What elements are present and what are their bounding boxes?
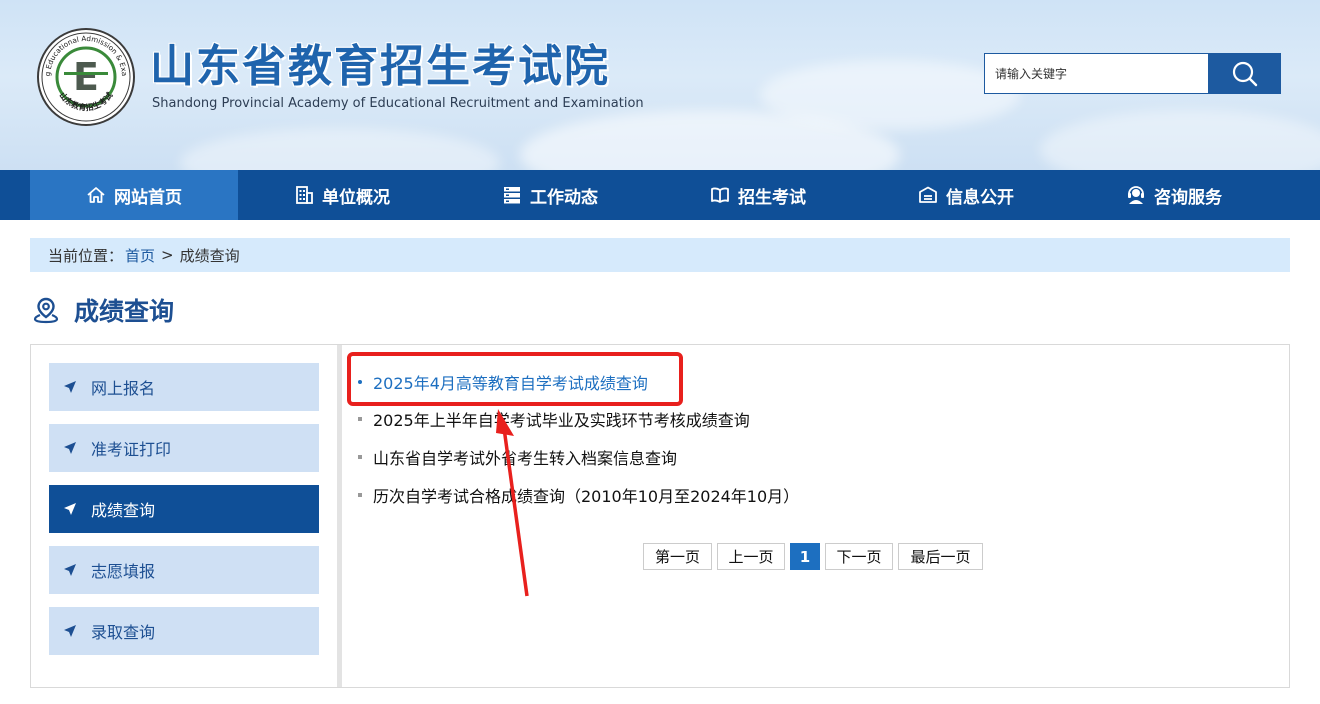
site-subtitle: Shandong Provincial Academy of Education…	[152, 96, 644, 111]
breadcrumb-prefix: 当前位置：	[48, 246, 124, 265]
nav-item-home[interactable]: 网站首页	[30, 170, 238, 220]
nav-item-about[interactable]: 单位概况	[238, 170, 446, 220]
header-cloud	[760, 60, 1020, 130]
header-cloud	[180, 128, 500, 170]
info-box-icon	[919, 186, 937, 203]
nav-item-label: 信息公开	[946, 187, 1014, 208]
nav-item-service[interactable]: 咨询服务	[1070, 170, 1278, 220]
list-item-label: 2025年上半年自学考试毕业及实践环节考核成绩查询	[373, 411, 750, 430]
location-pin-icon	[33, 297, 59, 324]
breadcrumb-current: 成绩查询	[179, 246, 240, 265]
list-item-link[interactable]: 2025年上半年自学考试毕业及实践环节考核成绩查询	[358, 406, 750, 432]
list-item-label: 历次自学考试合格成绩查询（2010年10月至2024年10月）	[373, 487, 800, 506]
building-icon	[296, 186, 313, 204]
breadcrumb-home-link[interactable]: 首页	[125, 245, 155, 266]
list-item-link[interactable]: 历次自学考试合格成绩查询（2010年10月至2024年10月）	[358, 482, 799, 508]
search-button[interactable]	[1208, 53, 1281, 94]
pagination-last[interactable]: 最后一页	[898, 543, 983, 570]
headset-icon	[1128, 186, 1144, 204]
send-arrow-icon	[64, 503, 76, 515]
list-item-label: 山东省自学考试外省考生转入档案信息查询	[373, 449, 678, 468]
sidebar-item-label: 成绩查询	[91, 501, 156, 520]
bullet	[358, 417, 362, 421]
send-arrow-icon	[64, 564, 76, 576]
sidebar-item-score-query[interactable]: 成绩查询	[49, 485, 319, 533]
server-icon	[504, 187, 520, 204]
breadcrumb-separator: >	[161, 246, 174, 264]
sidebar-item-label: 录取查询	[91, 623, 156, 642]
sidebar-item-admission-ticket[interactable]: 准考证打印	[49, 424, 319, 472]
logo-emblem-icon[interactable]: Shandong Educational Admission & Examina…	[36, 27, 136, 127]
nav-item-label: 咨询服务	[1154, 187, 1222, 208]
list-item-link[interactable]: 山东省自学考试外省考生转入档案信息查询	[358, 444, 677, 470]
page-title: 成绩查询	[74, 297, 175, 326]
header-cloud	[1040, 110, 1320, 170]
home-icon	[87, 187, 105, 203]
pagination-first[interactable]: 第一页	[643, 543, 712, 570]
highlight-box	[347, 352, 683, 406]
send-arrow-icon	[64, 442, 76, 454]
pagination-prev[interactable]: 上一页	[717, 543, 785, 570]
send-arrow-icon	[64, 625, 76, 637]
sidebar-item-admission-query[interactable]: 录取查询	[49, 607, 319, 655]
sidebar-divider	[337, 345, 342, 687]
nav-item-disclosure[interactable]: 信息公开	[862, 170, 1070, 220]
nav-item-exams[interactable]: 招生考试	[654, 170, 862, 220]
search-icon	[1232, 61, 1257, 86]
pagination-next[interactable]: 下一页	[825, 543, 893, 570]
nav-item-label: 招生考试	[738, 187, 806, 208]
sidebar-item-application[interactable]: 志愿填报	[49, 546, 319, 594]
main-nav: 网站首页 单位概况 工作动态 招生考试 信息公开 咨询服务	[0, 170, 1320, 220]
nav-item-label: 工作动态	[530, 187, 598, 208]
nav-item-news[interactable]: 工作动态	[446, 170, 654, 220]
nav-item-label: 网站首页	[114, 187, 182, 208]
sidebar-item-label: 准考证打印	[91, 440, 172, 459]
sidebar-item-label: 网上报名	[91, 379, 156, 398]
pagination-current[interactable]: 1	[790, 543, 820, 570]
search-input[interactable]	[984, 53, 1210, 94]
sidebar-item-online-registration[interactable]: 网上报名	[49, 363, 319, 411]
site-title[interactable]: 山东省教育招生考试院	[150, 42, 610, 92]
site-header: Shandong Educational Admission & Examina…	[0, 0, 1320, 170]
svg-text:E: E	[73, 55, 99, 99]
sidebar-item-label: 志愿填报	[91, 562, 156, 581]
page-heading: 成绩查询	[32, 292, 174, 328]
nav-item-label: 单位概况	[322, 187, 390, 208]
send-arrow-icon	[64, 381, 76, 393]
breadcrumb: 当前位置： 首页 > 成绩查询	[30, 238, 1290, 272]
bullet	[358, 493, 362, 497]
bullet	[358, 455, 362, 459]
book-icon	[711, 187, 729, 203]
